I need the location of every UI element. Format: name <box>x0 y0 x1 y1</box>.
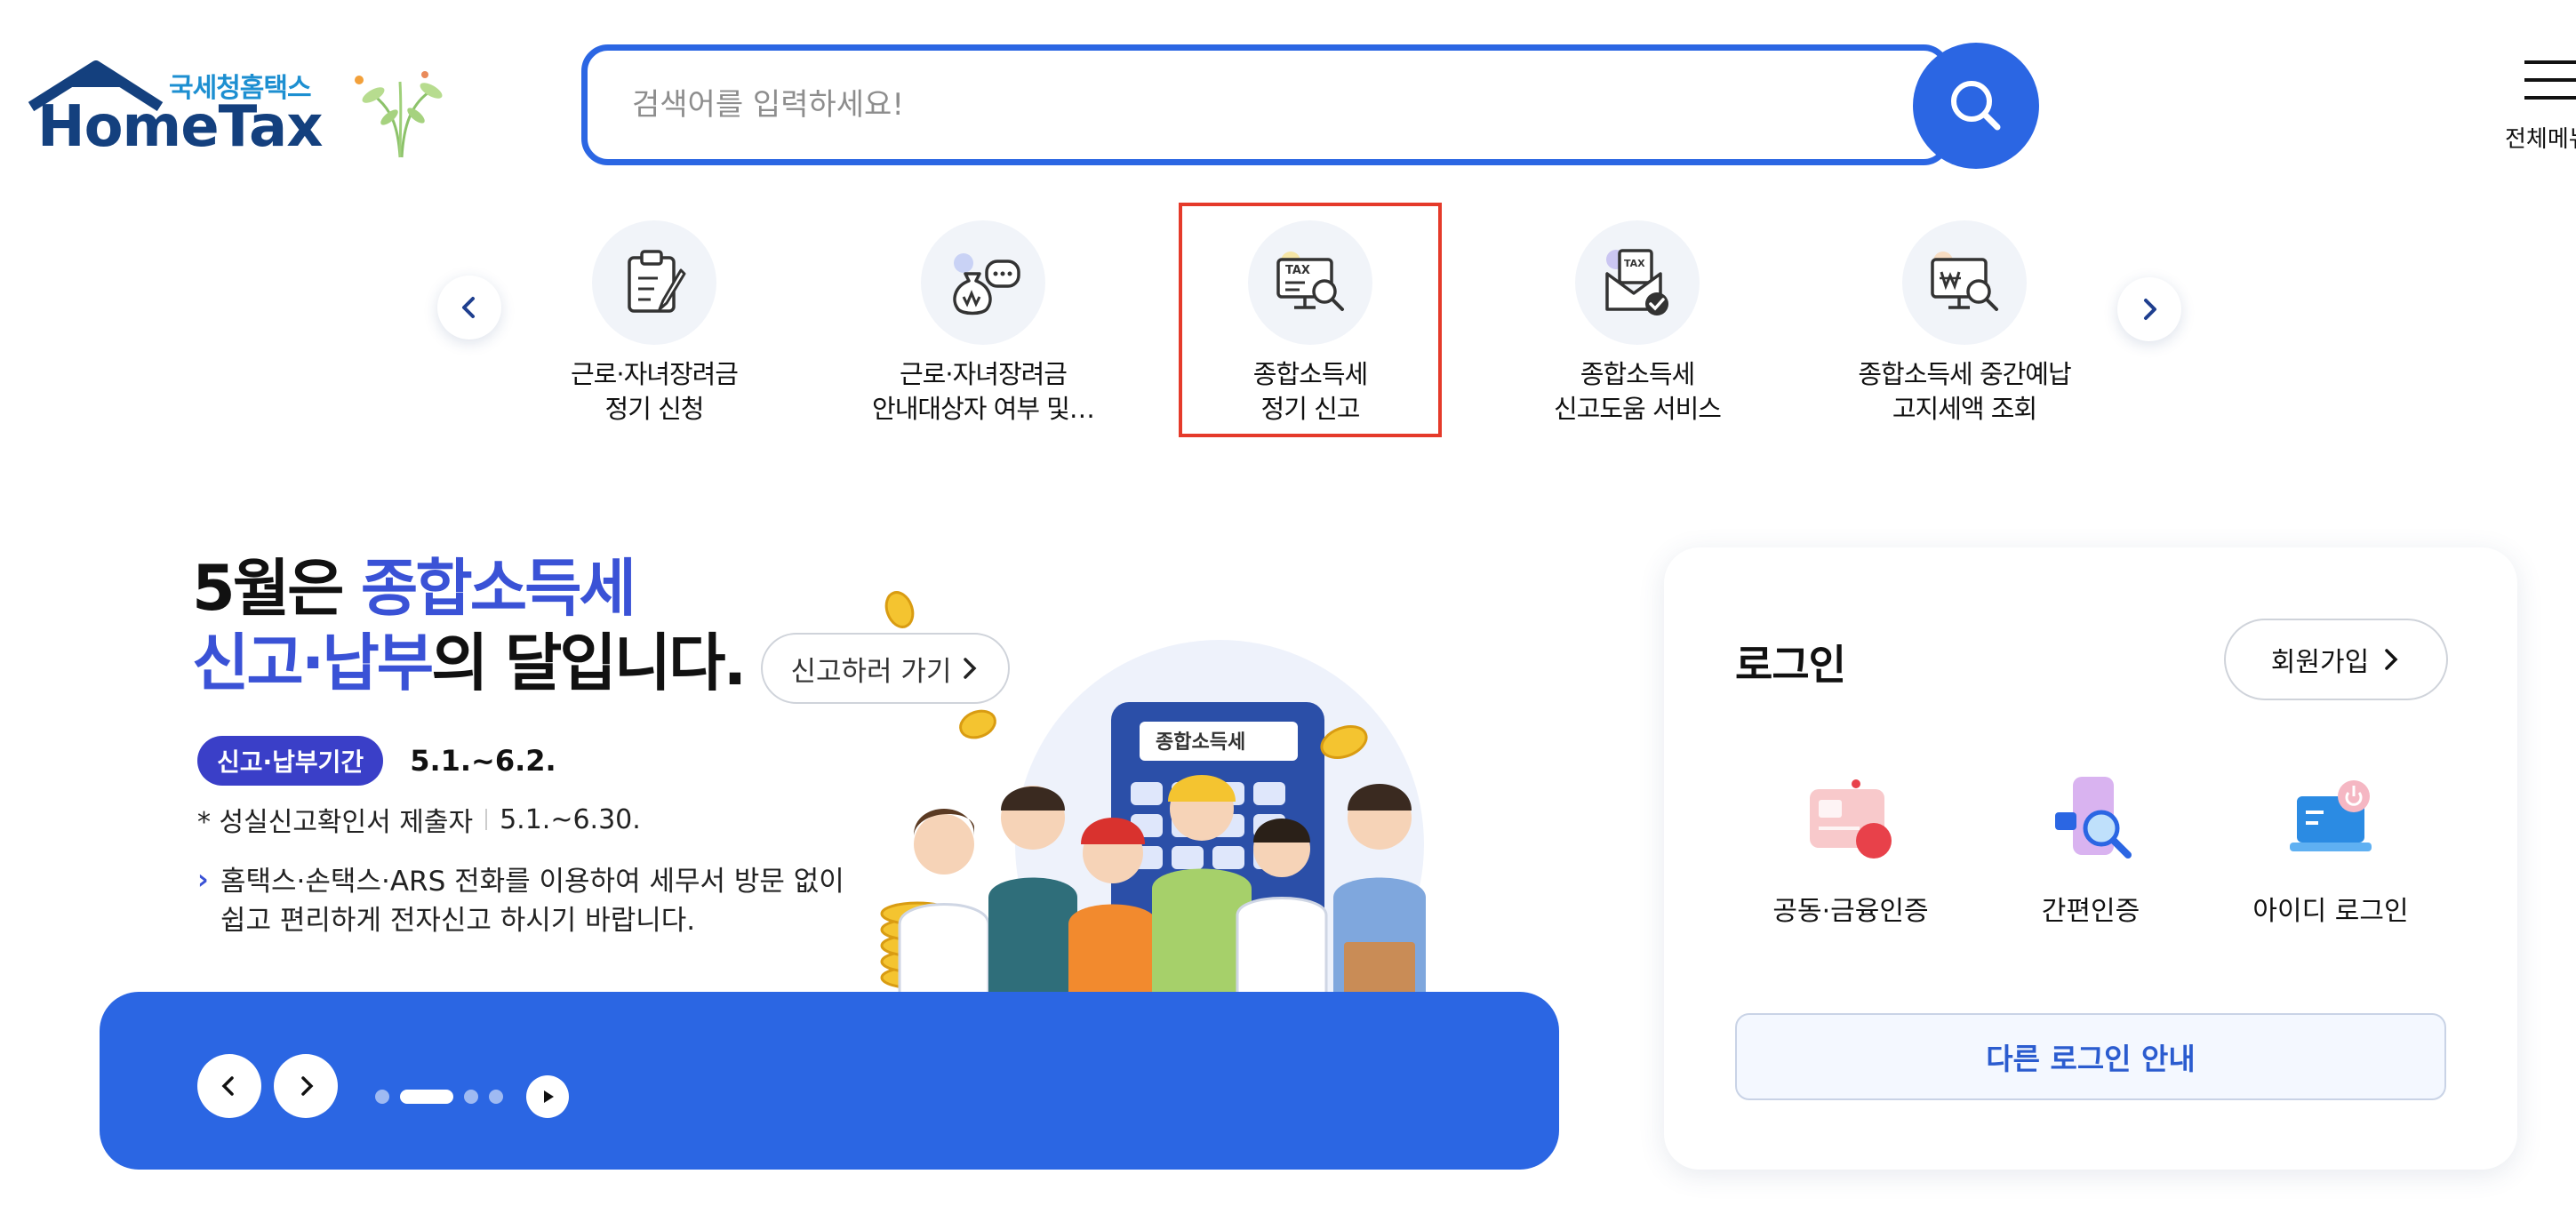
selected-item-highlight <box>1179 203 1442 437</box>
slide-dot[interactable] <box>375 1090 389 1104</box>
play-button[interactable] <box>526 1075 569 1118</box>
certificate-login-option[interactable]: 공동·금융인증 <box>1735 770 1966 930</box>
all-menu-label: 전체메뉴 <box>2505 126 2576 153</box>
slide-dot[interactable] <box>464 1090 478 1104</box>
all-menu-button[interactable]: 전체메뉴 <box>2489 59 2576 156</box>
confirmation-note: * 성실신고확인서 제출자 5.1.~6.30. <box>197 803 641 839</box>
chevron-right-icon <box>2144 299 2156 320</box>
svg-text:TAX: TAX <box>1624 258 1645 269</box>
sign-up-button[interactable]: 회원가입 <box>2224 619 2448 700</box>
tax-workers-illustration: 종합소득세 <box>880 591 1426 1049</box>
chevron-left-icon <box>462 297 475 318</box>
quick-menu-label: 종합소득세 중간예납 고지세액 조회 <box>1858 359 2071 424</box>
banner-next-button[interactable] <box>274 1054 338 1118</box>
go-file-report-label: 신고하러 가기 <box>790 655 952 688</box>
laptop-power-icon <box>2290 780 2372 851</box>
go-file-report-button[interactable]: 신고하러 가기 <box>761 633 1010 704</box>
other-login-guide-button[interactable]: 다른 로그인 안내 <box>1735 1013 2446 1100</box>
id-login-option[interactable]: 아이디 로그인 <box>2215 770 2446 930</box>
banner-description: 홈택스·손택스·ARS 전화를 이용하여 세무서 방문 없이 쉽고 편리하게 전… <box>197 860 844 940</box>
period-badge: 신고·납부기간 <box>197 736 384 786</box>
chevron-right-icon <box>301 1076 314 1096</box>
certificate-login-label: 공동·금융인증 <box>1772 896 1929 927</box>
slide-dot[interactable] <box>489 1090 503 1104</box>
slide-indicator <box>375 1075 569 1118</box>
filing-period: 신고·납부기간 5.1.~6.2. <box>197 736 556 786</box>
period-dates: 5.1.~6.2. <box>410 744 556 778</box>
quick-menu-item[interactable]: TAX 종합소득세 신고도움 서비스 <box>1504 217 1771 430</box>
quick-menu-item[interactable]: 근로·자녀장려금 정기 신청 <box>521 217 788 430</box>
login-panel: 로그인 회원가입 공동·금융인증 간편인증 아이디 로그인 다른 로그인 안내 <box>1664 547 2517 1170</box>
simple-auth-label: 간편인증 <box>2041 896 2140 927</box>
calculator-label: 종합소득세 <box>1156 731 1245 754</box>
quick-menu-label: 근로·자녀장려금 안내대상자 여부 및… <box>872 359 1095 424</box>
quick-menu-label: 근로·자녀장려금 정기 신청 <box>571 359 739 424</box>
chevron-left-icon <box>221 1076 234 1096</box>
search-box <box>581 44 1950 165</box>
login-title: 로그인 <box>1735 641 1846 689</box>
banner-control-bar <box>100 992 1559 1170</box>
quick-menu-prev-button[interactable] <box>437 276 501 339</box>
search-icon <box>1951 81 2001 131</box>
banner-title: 5월은 종합소득세 신고·납부의 달입니다. <box>192 552 747 699</box>
tax-envelope-check-icon: TAX <box>1575 220 1700 345</box>
search-button[interactable] <box>1913 43 2039 169</box>
won-monitor-search-icon <box>1902 220 2027 345</box>
quick-menu-next-button[interactable] <box>2117 277 2181 341</box>
hamburger-icon <box>2524 60 2576 100</box>
slide-dot[interactable] <box>400 1090 453 1104</box>
simple-auth-login-option[interactable]: 간편인증 <box>1975 770 2206 930</box>
certificate-card-icon <box>1810 779 1892 859</box>
play-icon <box>544 1090 554 1103</box>
sign-up-label: 회원가입 <box>2270 647 2370 678</box>
chevron-right-icon <box>2385 649 2398 670</box>
id-login-label: 아이디 로그인 <box>2252 896 2409 927</box>
search-input[interactable] <box>632 51 1859 159</box>
quick-menu-item[interactable]: 종합소득세 중간예납 고지세액 조회 <box>1831 217 2098 430</box>
quick-menu-item[interactable]: 근로·자녀장려금 안내대상자 여부 및… <box>850 217 1116 430</box>
promo-banner[interactable]: 종합소득세 5월은 종합소득세 신고·납부의 달입니다. 신고하러 가기 신고·… <box>100 533 1559 1173</box>
logo-title: HomeTax <box>37 94 323 160</box>
quick-menu-label: 종합소득세 신고도움 서비스 <box>1554 359 1722 424</box>
chevron-right-icon <box>964 658 977 679</box>
banner-prev-button[interactable] <box>197 1054 261 1118</box>
plant-icon <box>355 71 443 158</box>
money-bag-chat-icon <box>921 220 1045 345</box>
clipboard-pencil-icon <box>592 220 716 345</box>
phone-search-icon <box>2055 777 2132 859</box>
hometax-logo[interactable]: 국세청홈택스 HomeTax <box>27 55 443 162</box>
